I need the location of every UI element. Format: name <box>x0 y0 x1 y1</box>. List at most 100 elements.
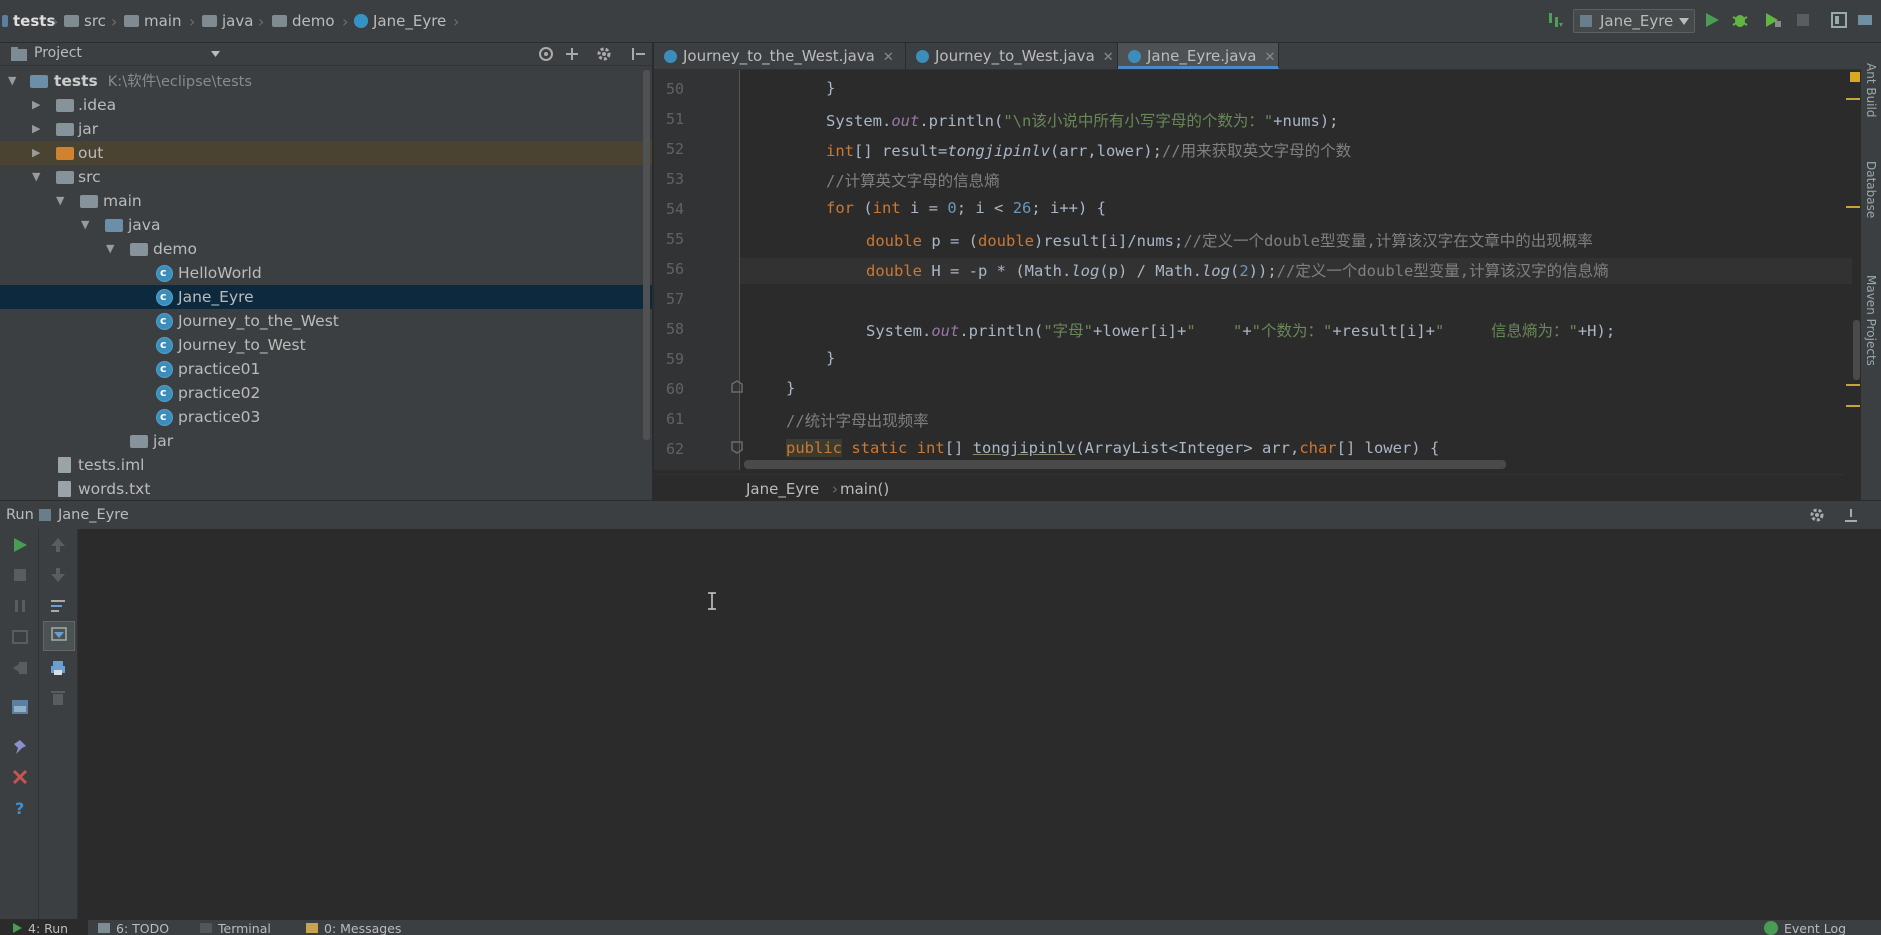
close-icon[interactable]: ✕ <box>1103 50 1114 65</box>
tree-item-journey-to-the-west[interactable]: Journey_to_the_West <box>0 309 652 333</box>
collapsed-arrow-icon[interactable]: ▶ <box>32 117 40 141</box>
tree-item-src[interactable]: ▼ src <box>0 165 652 189</box>
locate-icon[interactable] <box>538 46 554 62</box>
breadcrumb-java[interactable]: java <box>202 10 253 32</box>
breadcrumb-separator: › <box>189 12 196 31</box>
breadcrumb-src[interactable]: src <box>64 10 106 32</box>
tree-item-jane-eyre[interactable]: Jane_Eyre <box>0 285 652 309</box>
expanded-arrow-icon[interactable]: ▼ <box>8 69 16 93</box>
code-line-55: double p = (double)result[i]/nums;//定义一个… <box>866 232 1593 250</box>
dump-threads-icon[interactable] <box>11 629 29 645</box>
tab-jane-eyre[interactable]: Jane_Eyre.java ✕ <box>1118 43 1279 69</box>
breadcrumb-demo[interactable]: demo <box>272 10 335 32</box>
tool-tab-messages[interactable]: 0: Messages <box>304 920 424 935</box>
maven-projects-tool-button[interactable]: Maven Projects <box>1864 275 1878 366</box>
tree-item-tests-iml[interactable]: tests.iml <box>0 453 652 477</box>
tree-item-tests[interactable]: ▼ tests K:\软件\eclipse\tests <box>0 69 652 93</box>
warning-stripe[interactable] <box>1846 405 1860 407</box>
tree-item-practice01[interactable]: practice01 <box>0 357 652 381</box>
breadcrumb-tests[interactable]: tests <box>2 10 55 32</box>
gear-icon[interactable] <box>1809 507 1825 523</box>
breadcrumb-method[interactable]: main() <box>840 480 889 498</box>
database-tool-button[interactable]: Database <box>1864 161 1878 218</box>
tool-tab-todo[interactable]: 6: TODO <box>94 920 184 935</box>
collapsed-arrow-icon[interactable]: ▶ <box>32 141 40 165</box>
breadcrumb-jane-eyre[interactable]: Jane_Eyre <box>354 10 446 32</box>
chevron-down-icon[interactable] <box>211 51 220 57</box>
line-number: 56 <box>665 260 684 278</box>
arrow-down-icon[interactable] <box>49 567 67 583</box>
pause-icon[interactable] <box>11 598 29 614</box>
collapse-all-icon[interactable] <box>564 46 580 62</box>
run-console-output[interactable] <box>78 529 1881 919</box>
project-tree[interactable]: ▼ tests K:\软件\eclipse\tests ▶ .idea ▶ jar… <box>0 66 652 500</box>
gear-icon[interactable] <box>596 46 612 62</box>
tree-item-practice02[interactable]: practice02 <box>0 381 652 405</box>
close-icon[interactable]: ✕ <box>1264 50 1275 65</box>
arrow-up-icon[interactable] <box>49 537 67 553</box>
tab-journey-to-the-west[interactable]: Journey_to_the_West.java ✕ <box>654 43 906 69</box>
close-icon[interactable] <box>11 769 29 785</box>
stop-icon[interactable] <box>1794 11 1812 29</box>
trash-icon[interactable] <box>49 690 67 706</box>
messages-icon <box>306 923 318 933</box>
tree-item-journey-to-west[interactable]: Journey_to_West <box>0 333 652 357</box>
collapsed-arrow-icon[interactable]: ▶ <box>32 93 40 117</box>
expanded-arrow-icon[interactable]: ▼ <box>106 237 114 261</box>
tree-item-helloworld[interactable]: HelloWorld <box>0 261 652 285</box>
exit-icon[interactable] <box>11 660 29 676</box>
class-icon <box>156 405 173 429</box>
tree-item-demo[interactable]: ▼ demo <box>0 237 652 261</box>
tree-item-practice03[interactable]: practice03 <box>0 405 652 429</box>
tree-item-words-txt[interactable]: words.txt <box>0 477 652 500</box>
hide-panel-icon[interactable] <box>1843 507 1859 523</box>
tree-item-jar[interactable]: ▶ jar <box>0 117 652 141</box>
project-view-label[interactable]: Project <box>34 45 82 61</box>
editor-vertical-scroll-track[interactable] <box>1852 70 1860 470</box>
warning-stripe[interactable] <box>1846 98 1860 100</box>
sdk-icon[interactable] <box>1856 11 1874 29</box>
expanded-arrow-icon[interactable]: ▼ <box>81 213 89 237</box>
project-structure-icon[interactable] <box>1830 11 1848 29</box>
tree-item-java[interactable]: ▼ java <box>0 213 652 237</box>
fold-marker-icon[interactable] <box>730 440 744 454</box>
tree-item-idea[interactable]: ▶ .idea <box>0 93 652 117</box>
help-icon[interactable]: ? <box>11 800 29 816</box>
tool-tab-run[interactable]: 4: Run <box>0 920 88 935</box>
restore-layout-icon[interactable] <box>11 699 29 715</box>
coverage-icon[interactable] <box>1764 11 1782 29</box>
tab-journey-to-west[interactable]: Journey_to_West.java ✕ <box>906 43 1118 69</box>
run-configuration-select[interactable]: Jane_Eyre <box>1573 9 1695 33</box>
event-log-button[interactable]: Event Log <box>1762 920 1872 935</box>
soft-wrap-icon[interactable] <box>49 598 67 614</box>
ant-build-tool-button[interactable]: Ant Build <box>1864 63 1878 117</box>
pin-icon[interactable] <box>11 739 29 755</box>
editor-vertical-scrollbar[interactable] <box>1853 320 1860 380</box>
warning-stripe[interactable] <box>1846 384 1860 386</box>
line-number: 54 <box>665 200 684 218</box>
scroll-to-end-toggle[interactable] <box>43 621 75 651</box>
warning-indicator-icon[interactable] <box>1850 72 1860 82</box>
debug-icon[interactable] <box>1731 11 1749 29</box>
breadcrumb-separator: › <box>832 480 838 498</box>
build-icon[interactable] <box>1546 11 1564 29</box>
fold-marker-icon[interactable] <box>730 380 744 394</box>
breadcrumb-class[interactable]: Jane_Eyre <box>746 480 819 498</box>
run-icon[interactable] <box>1703 11 1721 29</box>
warning-stripe[interactable] <box>1846 206 1860 208</box>
breadcrumb-main[interactable]: main <box>124 10 181 32</box>
tree-scrollbar[interactable] <box>643 70 650 440</box>
run-config-tab[interactable]: Jane_Eyre <box>58 507 129 523</box>
tree-item-out[interactable]: ▶ out <box>0 141 652 165</box>
tree-item-jar-lib[interactable]: jar <box>0 429 652 453</box>
tree-item-main[interactable]: ▼ main <box>0 189 652 213</box>
expanded-arrow-icon[interactable]: ▼ <box>56 189 64 213</box>
tool-tab-terminal[interactable]: Terminal <box>198 920 298 935</box>
print-icon[interactable] <box>49 660 67 676</box>
rerun-icon[interactable] <box>11 537 29 553</box>
hide-panel-icon[interactable] <box>630 46 646 62</box>
editor-horizontal-scrollbar[interactable] <box>744 460 1506 469</box>
expanded-arrow-icon[interactable]: ▼ <box>32 165 40 189</box>
close-icon[interactable]: ✕ <box>883 50 894 65</box>
stop-icon[interactable] <box>11 567 29 583</box>
